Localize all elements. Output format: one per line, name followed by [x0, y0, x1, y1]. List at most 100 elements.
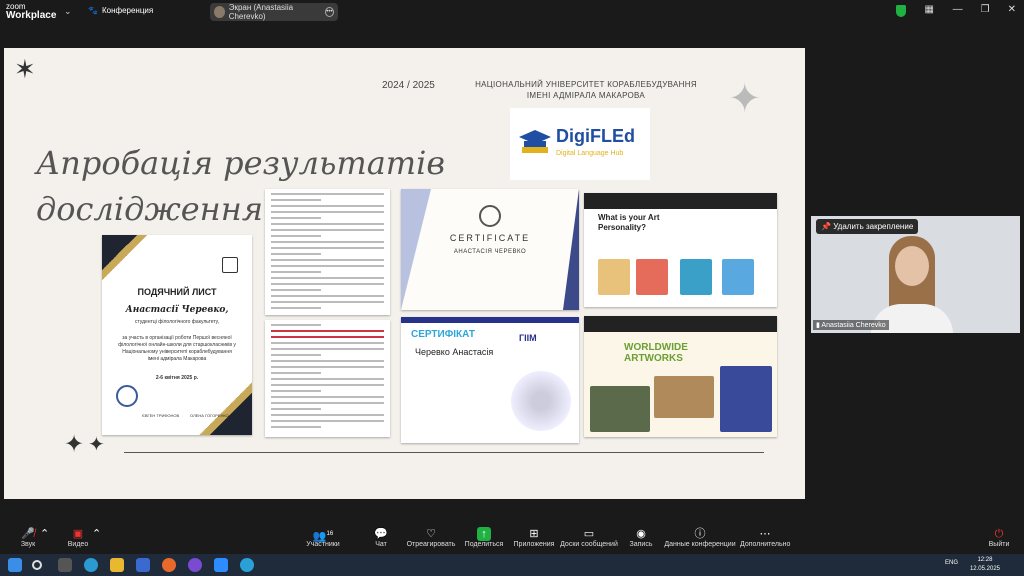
letter-signature-1: ЄВГЕН ТРИФОНОВ	[142, 413, 180, 418]
participant-video[interactable]: 📌 Удалить закрепление ▮ Anastasiia Chere…	[811, 216, 1020, 333]
worldwide-artworks-heading: WORLDWIDE ARTWORKS	[624, 342, 688, 364]
certificate-name: АНАСТАСІЯ ЧЕРЕВКО	[453, 249, 527, 255]
apps-button[interactable]: ⊞ Приложения	[512, 527, 556, 548]
title-line1: Апробація результатів	[36, 144, 445, 182]
letter-date: 2-6 квітня 2025 р.	[155, 375, 199, 381]
meeting-stage: ✶ ✦ ✦ ✦ 2024 / 2025 НАЦІОНАЛЬНИЙ УНІВЕРС…	[0, 24, 1024, 524]
participants-icon: 👥16	[312, 530, 334, 543]
record-button[interactable]: ◉ Запись	[628, 527, 654, 548]
shield-icon[interactable]	[896, 5, 906, 17]
conference-menu[interactable]: 🐾 Конференция	[88, 6, 153, 15]
shared-slide: ✶ ✦ ✦ ✦ 2024 / 2025 НАЦІОНАЛЬНИЙ УНІВЕРС…	[4, 48, 805, 499]
university-line1: НАЦІОНАЛЬНИЙ УНІВЕРСИТЕТ КОРАБЛЕБУДУВАНН…	[475, 80, 697, 89]
clock-time: 12:28	[977, 557, 993, 563]
minimize-button[interactable]: —	[953, 4, 963, 15]
letter-subtitle: студентці філологічного факультету,	[134, 319, 220, 325]
pin-icon: 📌	[821, 222, 831, 231]
program-document-1	[265, 189, 390, 315]
art-image	[722, 259, 754, 295]
participants-label: Участники	[306, 541, 340, 548]
close-button[interactable]: ✕	[1008, 4, 1016, 15]
info-label: Данные конференции	[664, 541, 736, 548]
certificate-card: CERTIFICATE АНАСТАСІЯ ЧЕРЕВКО	[401, 189, 579, 310]
more-label: Дополнительно	[740, 541, 791, 548]
zoom-taskbar-icon[interactable]	[214, 558, 228, 572]
participants-button[interactable]: 👥16 Участники	[304, 527, 342, 548]
logo-line2: Workplace	[6, 10, 57, 21]
chat-icon: 💬	[374, 528, 388, 540]
conference-label: Конференция	[101, 6, 154, 15]
whiteboard-icon: ▭	[583, 528, 595, 540]
certificate2-name: Черевко Анастасія	[415, 347, 494, 357]
whiteboards-label: Доски сообщений	[560, 541, 618, 548]
chat-label: Чат	[375, 541, 387, 548]
grid-icon[interactable]: ▦	[925, 4, 934, 15]
letter-body: за участь в організації роботи Першої ве…	[118, 335, 236, 362]
maximize-button[interactable]: ❐	[981, 4, 990, 15]
video-button[interactable]: ▣ Видео	[64, 527, 92, 548]
language-indicator[interactable]: ENG	[945, 560, 958, 566]
video-strip	[584, 193, 777, 209]
certificate2-title: СЕРТИФІКАТ	[411, 329, 475, 340]
chevron-up-icon: ⌃	[92, 528, 102, 540]
firefox-icon[interactable]	[162, 558, 176, 572]
crest-icon	[222, 257, 238, 273]
chat-button[interactable]: 💬 Чат	[368, 527, 394, 548]
letter-signature-2: ОЛЕНА ГОГОРЕНКО	[190, 413, 229, 418]
program-document-2	[265, 320, 390, 437]
screen-share-label: Экран (Anastasiia Cherevko)	[228, 3, 294, 21]
art-image	[636, 259, 668, 295]
chevron-down-icon[interactable]: ⌄	[64, 6, 72, 17]
art-image	[590, 386, 650, 432]
sparkle-icon: ✦	[64, 431, 85, 458]
sparkle-icon: ✶	[14, 54, 36, 84]
system-clock[interactable]: 12:28 12.05.2025	[970, 556, 1000, 574]
unpin-button[interactable]: 📌 Удалить закрепление	[816, 219, 919, 234]
graduation-cap-icon	[519, 130, 551, 153]
info-icon: ⓘ	[694, 528, 706, 540]
letter-name: Анастасії Черевко,	[125, 305, 229, 315]
edge-icon[interactable]	[84, 558, 98, 572]
search-icon[interactable]	[32, 560, 42, 570]
thank-you-letter: ПОДЯЧНИЙ ЛИСТ Анастасії Черевко, студент…	[102, 235, 252, 435]
meeting-info-button[interactable]: ⓘ Данные конференции	[664, 527, 736, 548]
certificate-title: CERTIFICATE	[449, 233, 531, 243]
clock-date: 12.05.2025	[969, 566, 1000, 572]
record-icon: ◉	[636, 528, 646, 540]
emblem-icon	[479, 205, 501, 227]
paw-icon: 🐾	[88, 6, 98, 15]
task-view-icon[interactable]	[58, 558, 72, 572]
share-button[interactable]: ↑ Поделиться	[464, 527, 504, 548]
file-explorer-icon[interactable]	[110, 558, 124, 572]
university-line2: ІМЕНІ АДМІРАЛА МАКАРОВА	[526, 91, 646, 100]
react-button[interactable]: ♡ Отреагировать	[406, 527, 456, 548]
art-image	[598, 259, 630, 295]
more-button[interactable]: ⋯ Дополнительно	[740, 527, 790, 548]
video-options-chevron[interactable]: ⌃	[92, 527, 102, 541]
zoom-title-bar: zoom Workplace ⌄ 🐾 Конференция Экран (An…	[0, 0, 1024, 24]
sparkle-icon: ✦	[728, 77, 762, 121]
screen-share-pill[interactable]: Экран (Anastasiia Cherevko) •••	[210, 3, 338, 21]
telegram-icon[interactable]	[240, 558, 254, 572]
meeting-toolbar: 🎤̸ Звук ⌃ ▣ Видео ⌃ 👥16 Участники 💬 Чат …	[0, 524, 1024, 554]
more-icon[interactable]: •••	[324, 7, 334, 17]
audio-label: Звук	[20, 541, 36, 548]
audio-button[interactable]: 🎤̸ Звук	[14, 527, 42, 548]
windows-start-icon[interactable]	[8, 558, 22, 572]
art-image	[720, 366, 772, 432]
more-icon: ⋯	[759, 528, 771, 540]
audio-options-chevron[interactable]: ⌃	[40, 527, 49, 541]
video-label: Видео	[67, 541, 89, 548]
slide-divider	[124, 452, 764, 453]
zoom-logo: zoom Workplace	[6, 2, 57, 21]
mic-muted-icon: 🎤̸	[21, 528, 35, 540]
leave-button[interactable]: ⏻ Выйти	[986, 527, 1012, 548]
heart-icon: ♡	[426, 528, 436, 540]
viber-icon[interactable]	[188, 558, 202, 572]
store-icon[interactable]	[136, 558, 150, 572]
art-image	[654, 376, 714, 418]
apps-icon: ⊞	[529, 528, 539, 540]
whiteboards-button[interactable]: ▭ Доски сообщений	[560, 527, 618, 548]
video-off-icon: ▣	[72, 528, 84, 540]
letter-heading: ПОДЯЧНИЙ ЛИСТ	[137, 287, 217, 297]
